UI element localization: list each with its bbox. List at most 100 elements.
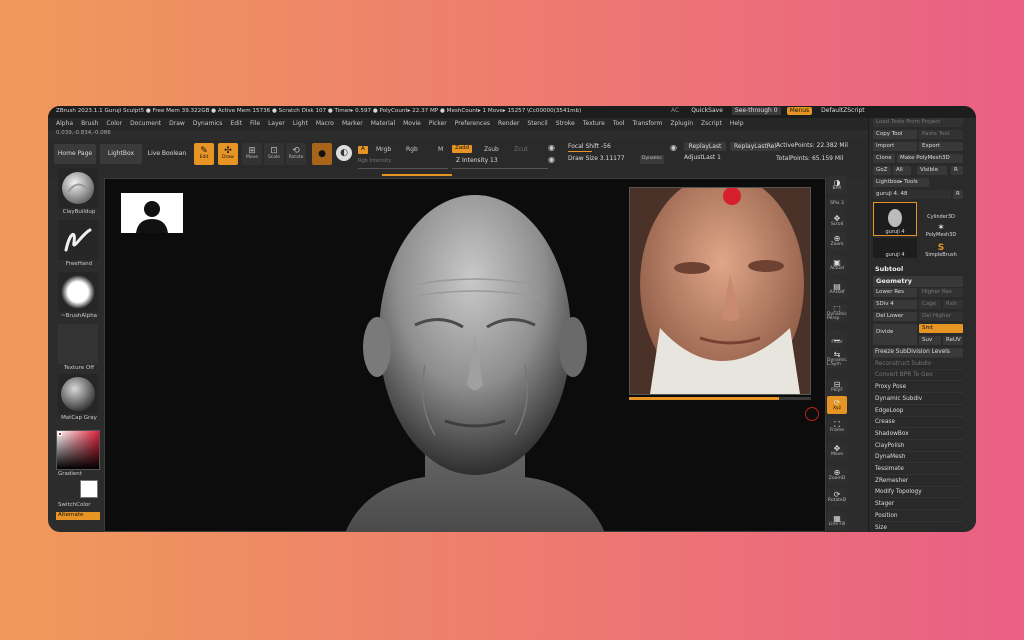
- tool-thumb-polymesh[interactable]: ✶ PolyMesh3D: [919, 222, 963, 238]
- replay-last-rel-button[interactable]: ReplayLastRel: [730, 142, 780, 151]
- a-toggle[interactable]: A: [358, 146, 368, 154]
- geometry-item-size[interactable]: Size: [873, 524, 963, 533]
- rstr-button[interactable]: Rstr: [943, 300, 963, 309]
- menu-stroke[interactable]: Stroke: [556, 121, 575, 127]
- zcut-toggle[interactable]: Zcut: [514, 147, 528, 153]
- alternate-button[interactable]: Alternate: [56, 512, 100, 520]
- menu-stencil[interactable]: Stencil: [527, 121, 547, 127]
- menu-help[interactable]: Help: [730, 121, 744, 127]
- r-button[interactable]: R: [951, 166, 963, 175]
- import-button[interactable]: Import: [873, 142, 917, 151]
- menu-preferences[interactable]: Preferences: [455, 121, 490, 127]
- menu-zplugin[interactable]: Zplugin: [670, 121, 693, 127]
- clone-button[interactable]: Clone: [873, 154, 895, 163]
- geometry-item-dynamesh[interactable]: DynaMesh: [873, 453, 963, 464]
- switch-color-button[interactable]: SwitchColor: [56, 502, 100, 510]
- menu-draw[interactable]: Draw: [169, 121, 185, 127]
- visible-button[interactable]: Visible: [917, 166, 947, 175]
- geometry-item-freeze-subdivision-levels[interactable]: Freeze SubDivision Levels: [873, 348, 963, 358]
- menu-zscript[interactable]: Zscript: [701, 121, 722, 127]
- menu-layer[interactable]: Layer: [268, 121, 285, 127]
- goz-button[interactable]: GoZ: [873, 166, 891, 175]
- lightbox-button[interactable]: LightBox: [100, 144, 142, 164]
- menus-button[interactable]: Menus: [786, 107, 813, 115]
- strip-frame-button[interactable]: ⛶ Frame: [827, 418, 847, 436]
- draw-button[interactable]: ✣ Draw: [218, 143, 238, 165]
- menu-document[interactable]: Document: [130, 121, 161, 127]
- geometry-item-reconstruct-subdiv[interactable]: Reconstruct Subdiv: [873, 360, 963, 370]
- menu-dynamics[interactable]: Dynamics: [193, 121, 223, 127]
- brush-selector[interactable]: [58, 168, 98, 208]
- geometry-item-edgeloop[interactable]: EdgeLoop: [873, 407, 963, 417]
- strip-dynamic-persp-button[interactable]: ⬚ Dynamic Persp: [827, 304, 847, 322]
- quicksave-button[interactable]: QuickSave: [688, 107, 726, 115]
- dynamic-toggle[interactable]: Dynamic: [640, 155, 664, 164]
- m-toggle[interactable]: M: [438, 147, 443, 153]
- geometry-item-proxy-pose[interactable]: Proxy Pose: [873, 383, 963, 394]
- del-lower-button[interactable]: Del Lower: [873, 312, 917, 321]
- texture-selector[interactable]: [58, 324, 98, 364]
- reference-photo[interactable]: [629, 174, 811, 395]
- tool-thumb-guruji[interactable]: guruji 4: [873, 202, 917, 236]
- reuv-toggle[interactable]: ReUV: [943, 336, 963, 345]
- rgb-toggle[interactable]: Rgb: [406, 147, 418, 153]
- default-zscript-button[interactable]: DefaultZScript: [818, 107, 867, 115]
- live-boolean-button[interactable]: Live Boolean: [146, 144, 188, 164]
- del-higher-button[interactable]: Del Higher: [919, 312, 963, 321]
- all-button[interactable]: All: [893, 166, 911, 175]
- secondary-color-swatch[interactable]: [80, 480, 98, 498]
- geometry-item-modify-topology[interactable]: Modify Topology: [873, 488, 963, 499]
- menu-brush[interactable]: Brush: [81, 121, 98, 127]
- strip-spix-3-button[interactable]: SPix 3: [827, 198, 847, 210]
- cage-button[interactable]: Cage: [919, 300, 941, 309]
- menu-picker[interactable]: Picker: [429, 121, 447, 127]
- tool-thumb-guruji-small[interactable]: guruji 4: [873, 238, 917, 258]
- strip-actual-button[interactable]: ▣ Actual: [827, 256, 847, 274]
- draw-size-slider[interactable]: Draw Size 3.11177: [568, 156, 625, 162]
- strip-aahalf-button[interactable]: ▤ AAHalf: [827, 280, 847, 298]
- subtool-header[interactable]: Subtool: [875, 266, 903, 273]
- geometry-item-tessimate[interactable]: Tessimate: [873, 465, 963, 475]
- stroke-button[interactable]: ◐: [336, 145, 352, 161]
- material-sphere-button[interactable]: ●: [312, 143, 332, 165]
- strip-zoomd-button[interactable]: ⊕ ZoomD: [827, 466, 847, 484]
- r-tool-button[interactable]: R: [953, 190, 963, 199]
- strip-move-button[interactable]: ✥ Move: [827, 442, 847, 460]
- ac-button[interactable]: AC: [668, 107, 682, 115]
- tool-slider[interactable]: guruji 4. 48: [873, 190, 951, 199]
- canvas-viewport[interactable]: [104, 174, 826, 532]
- menu-alpha[interactable]: Alpha: [56, 121, 73, 127]
- tool-thumb-simplebrush[interactable]: S SimpleBrush: [919, 240, 963, 258]
- copy-tool-button[interactable]: Copy Tool: [873, 130, 917, 139]
- focal-shift-slider[interactable]: Focal Shift -56: [568, 144, 611, 150]
- menu-edit[interactable]: Edit: [230, 121, 242, 127]
- make-polymesh-button[interactable]: Make PolyMesh3D: [897, 154, 963, 163]
- geometry-item-position[interactable]: Position: [873, 512, 963, 522]
- lower-res-button[interactable]: Lower Res: [873, 288, 917, 297]
- menu-transform[interactable]: Transform: [632, 121, 662, 127]
- menu-tool[interactable]: Tool: [613, 121, 625, 127]
- see-through-slider[interactable]: See-through 0: [731, 107, 781, 115]
- paste-tool-button[interactable]: Paste Tool: [919, 130, 963, 139]
- strip-dynamic-l-sym-button[interactable]: ⇆ Dynamic L.Sym: [827, 350, 847, 368]
- geometry-header[interactable]: Geometry: [873, 276, 963, 287]
- strip-zoom-button[interactable]: ⊕ Zoom: [827, 232, 847, 250]
- tool-thumb-cylinder[interactable]: Cylinder3D: [919, 202, 963, 220]
- rotate-button[interactable]: ⟲ Rotate: [286, 143, 306, 165]
- reference-opacity-bar[interactable]: [629, 397, 811, 400]
- menu-material[interactable]: Material: [371, 121, 395, 127]
- menu-macro[interactable]: Macro: [316, 121, 334, 127]
- strip-line-fill-button[interactable]: ▦ Line Fill: [827, 512, 847, 530]
- load-tools-button[interactable]: Load Tools From Project: [873, 118, 963, 127]
- menu-marker[interactable]: Marker: [342, 121, 363, 127]
- rgb-intensity-slider[interactable]: Rgb Intensity: [358, 159, 391, 164]
- geometry-item-claypolish[interactable]: ClayPolish: [873, 442, 963, 452]
- color-picker[interactable]: [56, 430, 100, 470]
- strip-scroll-button[interactable]: ✥ Scroll: [827, 212, 847, 230]
- strip-xyz-button[interactable]: ⟳ Xyz: [827, 396, 847, 414]
- stroke-selector[interactable]: [58, 220, 98, 260]
- suv-toggle[interactable]: Suv: [919, 336, 941, 345]
- menu-color[interactable]: Color: [106, 121, 122, 127]
- menu-file[interactable]: File: [250, 121, 260, 127]
- strip-rotated-button[interactable]: ⟳ RotateD: [827, 488, 847, 506]
